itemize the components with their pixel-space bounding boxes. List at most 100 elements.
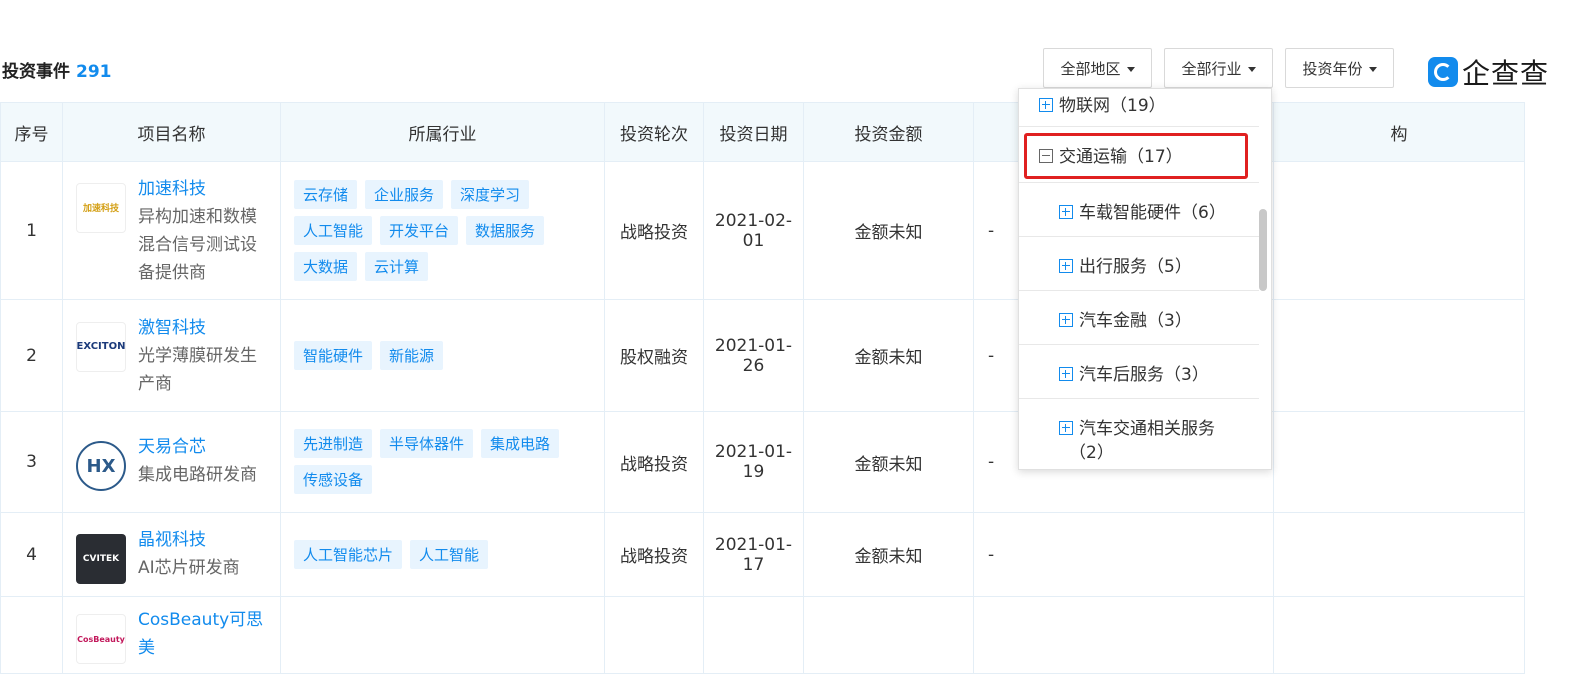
industry-option-label: 汽车交通相关服务 [1079, 419, 1215, 439]
industry-tags-cell: 智能硬件 新能源 [280, 299, 605, 412]
invest-amount [803, 596, 974, 674]
project-name-link[interactable]: 天易合芯 [138, 433, 257, 461]
industry-tag[interactable]: 先进制造 [294, 429, 373, 458]
industry-tag[interactable]: 深度学习 [451, 179, 530, 209]
expand-plus-icon[interactable] [1059, 313, 1073, 327]
title-text: 投资事件 [2, 62, 70, 82]
table-header: 序号 项目名称 所属行业 投资轮次 投资日期 投资金额 构 [0, 102, 1525, 162]
row-index: 2 [0, 299, 63, 412]
company-logo-text: EXCITON [76, 341, 126, 352]
industry-tag[interactable]: 传感设备 [294, 465, 373, 494]
investor-cell: - [973, 512, 1274, 597]
invest-date: 2021-01-17 [703, 512, 804, 597]
caret-down-icon [1247, 66, 1256, 72]
row-index: 4 [0, 512, 63, 597]
company-logo-text: CVITEK [82, 553, 120, 564]
table-row: CosBeauty CosBeauty可思美 [0, 596, 1525, 674]
caret-down-icon [1126, 66, 1135, 72]
invest-round: 战略投资 [604, 161, 704, 300]
row-index: 3 [0, 411, 63, 513]
company-logo[interactable]: CVITEK [76, 533, 126, 584]
project-name-link[interactable]: 晶视科技 [138, 526, 240, 554]
year-filter-button[interactable]: 投资年份 [1285, 48, 1394, 88]
industry-tag[interactable]: 人工智能 [410, 539, 489, 569]
industry-tag[interactable]: 人工智能 [294, 215, 373, 245]
industry-filter-button[interactable]: 全部行业 [1164, 48, 1273, 88]
industry-tags-cell: 人工智能芯片 人工智能 [280, 512, 605, 597]
project-name-link[interactable]: CosBeauty可思美 [138, 606, 267, 662]
company-logo[interactable]: 加速科技 [76, 182, 126, 233]
invest-date: 2021-01-26 [703, 299, 804, 412]
caret-down-icon [1368, 66, 1377, 72]
industry-option[interactable]: 汽车金融（3） [1019, 291, 1259, 345]
expand-plus-icon[interactable] [1059, 205, 1073, 219]
project-desc: 集成电路研发商 [138, 465, 257, 485]
industry-tag[interactable]: 企业服务 [365, 179, 444, 209]
industry-tag[interactable]: 开发平台 [380, 215, 459, 245]
industry-tag[interactable]: 数据服务 [466, 215, 545, 245]
industry-tag[interactable]: 大数据 [294, 251, 358, 281]
invest-round [604, 596, 704, 674]
brand-logo[interactable]: 企查查 [1428, 52, 1549, 92]
project-name-link[interactable]: 激智科技 [138, 314, 267, 342]
col-header: 投资日期 [703, 102, 804, 162]
region-filter-button[interactable]: 全部地区 [1043, 48, 1152, 88]
institution-cell [1273, 299, 1525, 412]
invest-amount: 金额未知 [803, 299, 974, 412]
invest-date: 2021-01-19 [703, 411, 804, 513]
project-cell: EXCITON 激智科技 光学薄膜研发生产商 [62, 299, 281, 412]
industry-tag[interactable]: 云存储 [294, 179, 358, 209]
table-row: 2 EXCITON 激智科技 光学薄膜研发生产商 智能硬件 新能源 股权融资 2021-01-… [0, 299, 1525, 412]
col-header: 所属行业 [280, 102, 605, 162]
project-cell: CVITEK 晶视科技 AI芯片研发商 [62, 512, 281, 597]
col-header: 构 [1273, 102, 1525, 162]
industry-tag[interactable]: 新能源 [380, 340, 444, 370]
industry-tag[interactable]: 集成电路 [481, 429, 560, 458]
company-logo-text: HX [86, 455, 116, 477]
industry-option-label: 汽车金融（3） [1079, 311, 1192, 331]
company-logo-text: 加速科技 [82, 204, 119, 214]
invest-date [703, 596, 804, 674]
project-name-link[interactable]: 加速科技 [138, 175, 267, 203]
invest-round: 战略投资 [604, 512, 704, 597]
invest-round: 股权融资 [604, 299, 704, 412]
brand-name: 企查查 [1462, 57, 1550, 90]
highlight-box [1024, 133, 1248, 179]
industry-option[interactable]: 物联网（19） [1019, 89, 1259, 127]
company-logo-text: CosBeauty [77, 634, 125, 644]
col-header: 项目名称 [62, 102, 281, 162]
expand-plus-icon[interactable] [1059, 421, 1073, 435]
industry-tag[interactable]: 半导体器件 [380, 429, 474, 458]
expand-plus-icon[interactable] [1059, 259, 1073, 273]
investor-cell [973, 596, 1274, 674]
industry-option-label-cont: （2） [1069, 443, 1114, 463]
industry-tag[interactable]: 人工智能芯片 [294, 539, 403, 569]
invest-round: 战略投资 [604, 411, 704, 513]
industry-filter-label: 全部行业 [1181, 59, 1242, 78]
institution-cell [1273, 512, 1525, 597]
project-desc: AI芯片研发商 [138, 557, 240, 578]
industry-option[interactable]: 车载智能硬件（6） [1019, 183, 1259, 237]
invest-date: 2021-02-01 [703, 161, 804, 300]
industry-option-label: 物联网（19） [1059, 96, 1166, 116]
project-cell: 加速科技 加速科技 异构加速和数模混合信号测试设备提供商 [62, 161, 281, 300]
industry-tag[interactable]: 智能硬件 [294, 340, 373, 370]
invest-amount: 金额未知 [803, 512, 974, 597]
project-cell: HX 天易合芯集成电路研发商 [62, 411, 281, 513]
col-header: 投资金额 [803, 102, 974, 162]
industry-option[interactable]: 汽车交通相关服务 （2） [1019, 399, 1259, 469]
dropdown-scroll-thumb[interactable] [1259, 209, 1267, 291]
industry-tag[interactable]: 云计算 [365, 251, 429, 281]
industry-option[interactable]: 出行服务（5） [1019, 237, 1259, 291]
expand-plus-icon[interactable] [1059, 367, 1073, 381]
page-title: 投资事件 291 [2, 57, 112, 82]
industry-option-label: 出行服务（5） [1079, 257, 1192, 277]
institution-cell [1273, 161, 1525, 300]
industry-option[interactable]: 汽车后服务（3） [1019, 345, 1259, 399]
industry-tags-cell [280, 596, 605, 674]
company-logo[interactable]: EXCITON [76, 321, 126, 372]
expand-plus-icon[interactable] [1039, 98, 1053, 112]
event-count: 291 [76, 62, 112, 82]
company-logo[interactable]: CosBeauty [76, 614, 126, 664]
company-logo[interactable]: HX [76, 441, 126, 491]
